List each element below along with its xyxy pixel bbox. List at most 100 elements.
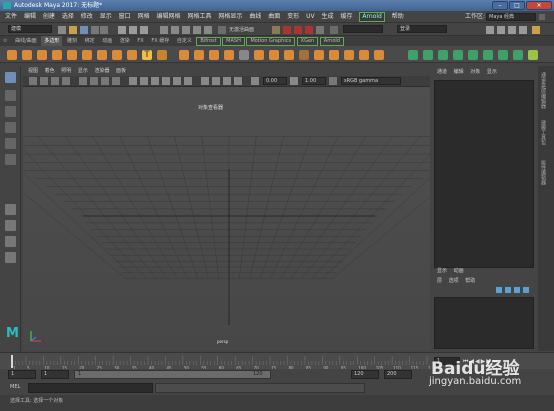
- playback-start-field[interactable]: 1: [41, 370, 69, 379]
- shadows-icon[interactable]: [184, 77, 192, 85]
- extrude-icon[interactable]: [254, 50, 264, 60]
- menu-mesh-tools[interactable]: 网格工具: [187, 11, 211, 23]
- save-scene-icon[interactable]: [80, 26, 88, 34]
- open-scene-icon[interactable]: [69, 26, 77, 34]
- panel-menu-renderer[interactable]: 渲染器: [94, 66, 109, 76]
- multi-cut-icon[interactable]: [299, 50, 309, 60]
- menu-windows[interactable]: 窗口: [119, 11, 131, 23]
- script-language-label[interactable]: MEL: [10, 384, 20, 390]
- layer-list-panel[interactable]: [434, 297, 534, 349]
- menu-create[interactable]: 创建: [43, 11, 55, 23]
- close-button[interactable]: ✕: [526, 1, 552, 10]
- workspace-lock-icon[interactable]: [539, 14, 545, 20]
- panel-menu-show[interactable]: 显示: [78, 66, 88, 76]
- tab-arnold[interactable]: Arnold: [319, 37, 344, 46]
- bookmark-icon[interactable]: [51, 77, 59, 85]
- attribute-editor-icon[interactable]: [497, 26, 505, 34]
- lasso-tool-icon[interactable]: [5, 90, 16, 101]
- panel-menu-panels[interactable]: 面板: [116, 66, 126, 76]
- xray-joints-icon[interactable]: [223, 77, 231, 85]
- input-box-icon[interactable]: [330, 26, 338, 34]
- boolean-icon[interactable]: [224, 50, 234, 60]
- layer-menu-options[interactable]: 选项: [449, 276, 459, 286]
- select-object-icon[interactable]: [129, 26, 137, 34]
- ipr-render-icon[interactable]: [305, 26, 313, 34]
- cb-menu-channels[interactable]: 通道: [437, 66, 447, 78]
- connect-icon[interactable]: [329, 50, 339, 60]
- playback-end-field[interactable]: 120: [351, 370, 379, 379]
- new-layer-icon[interactable]: [514, 287, 520, 293]
- menu-generate[interactable]: 生成: [322, 11, 334, 23]
- tab-mash[interactable]: MASH: [222, 37, 245, 46]
- poly-cube-icon[interactable]: [22, 50, 32, 60]
- isolate-select-icon[interactable]: [201, 77, 209, 85]
- snap-surface-icon[interactable]: [193, 26, 201, 34]
- poly-cylinder-icon[interactable]: [37, 50, 47, 60]
- xray-icon[interactable]: [212, 77, 220, 85]
- film-gate-icon[interactable]: [90, 77, 98, 85]
- resolution-gate-icon[interactable]: [101, 77, 109, 85]
- tab-animation[interactable]: 动画: [99, 36, 115, 46]
- menu-uv[interactable]: UV: [306, 11, 315, 23]
- redo-icon[interactable]: [100, 26, 108, 34]
- render-settings-icon[interactable]: [316, 26, 324, 34]
- persp-outliner-icon[interactable]: [5, 236, 16, 247]
- tool-settings-icon[interactable]: [508, 26, 516, 34]
- tab-rendering[interactable]: 渲染: [117, 36, 133, 46]
- menu-select[interactable]: 选择: [62, 11, 74, 23]
- snap-view-icon[interactable]: [204, 26, 212, 34]
- tab-display-layers[interactable]: 显示: [437, 266, 447, 276]
- layer-down-icon[interactable]: [505, 287, 511, 293]
- perspective-viewport[interactable]: 对象查看器 persp: [23, 87, 430, 351]
- menu-file[interactable]: 文件: [5, 11, 17, 23]
- textured-icon[interactable]: [162, 77, 170, 85]
- gamma-icon[interactable]: [290, 77, 298, 85]
- smooth-icon[interactable]: [209, 50, 219, 60]
- use-lights-icon[interactable]: [173, 77, 181, 85]
- current-time-marker[interactable]: [11, 355, 13, 368]
- backface-culling-icon[interactable]: [234, 77, 242, 85]
- mirror-icon[interactable]: [239, 50, 249, 60]
- planar-map-icon[interactable]: [423, 50, 433, 60]
- menu-cache[interactable]: 缓存: [340, 11, 352, 23]
- paint-select-icon[interactable]: [5, 106, 16, 117]
- layer-up-icon[interactable]: [496, 287, 502, 293]
- tab-xgen[interactable]: XGen: [296, 37, 319, 46]
- channel-box-icon[interactable]: [519, 26, 527, 34]
- new-layer-selected-icon[interactable]: [523, 287, 529, 293]
- snap-grid-icon[interactable]: [160, 26, 168, 34]
- spherical-map-icon[interactable]: [453, 50, 463, 60]
- poly-sphere-icon[interactable]: [7, 50, 17, 60]
- menu-edit-mesh[interactable]: 编辑网格: [157, 11, 181, 23]
- side-tab-attribute-editor[interactable]: 属性编辑器: [540, 160, 547, 185]
- workspace-select[interactable]: Maya 经典: [486, 13, 536, 21]
- poly-text-icon[interactable]: T: [142, 50, 152, 60]
- gamma-field[interactable]: 1.00: [302, 77, 326, 85]
- command-input[interactable]: [28, 383, 153, 393]
- bridge-icon[interactable]: [269, 50, 279, 60]
- move-tool-icon[interactable]: [5, 122, 16, 133]
- menu-help[interactable]: 帮助: [392, 11, 404, 23]
- rotate-tool-icon[interactable]: [5, 138, 16, 149]
- new-scene-icon[interactable]: [58, 26, 66, 34]
- start-time-field[interactable]: 1: [8, 370, 36, 379]
- tab-fx-caching[interactable]: FX 缓存: [148, 36, 172, 46]
- exposure-icon[interactable]: [251, 77, 259, 85]
- tab-motion-graphics[interactable]: Motion Graphics: [246, 37, 296, 46]
- separate-icon[interactable]: [194, 50, 204, 60]
- menu-mesh[interactable]: 网格: [138, 11, 150, 23]
- modeling-toolkit-icon[interactable]: [486, 26, 494, 34]
- snap-point-icon[interactable]: [182, 26, 190, 34]
- gate-mask-icon[interactable]: [112, 77, 120, 85]
- menu-modify[interactable]: 修改: [81, 11, 93, 23]
- select-component-icon[interactable]: [140, 26, 148, 34]
- side-tab-modeling-toolkit[interactable]: 建模工具包: [540, 120, 547, 145]
- menu-mesh-display[interactable]: 网格显示: [218, 11, 242, 23]
- tab-rigging[interactable]: 绑定: [82, 36, 98, 46]
- menu-edit[interactable]: 编辑: [24, 11, 36, 23]
- image-plane-icon[interactable]: [62, 77, 70, 85]
- slide-edge-icon[interactable]: [374, 50, 384, 60]
- render-current-icon[interactable]: [294, 26, 302, 34]
- minimize-button[interactable]: –: [492, 1, 508, 10]
- select-hierarchy-icon[interactable]: [118, 26, 126, 34]
